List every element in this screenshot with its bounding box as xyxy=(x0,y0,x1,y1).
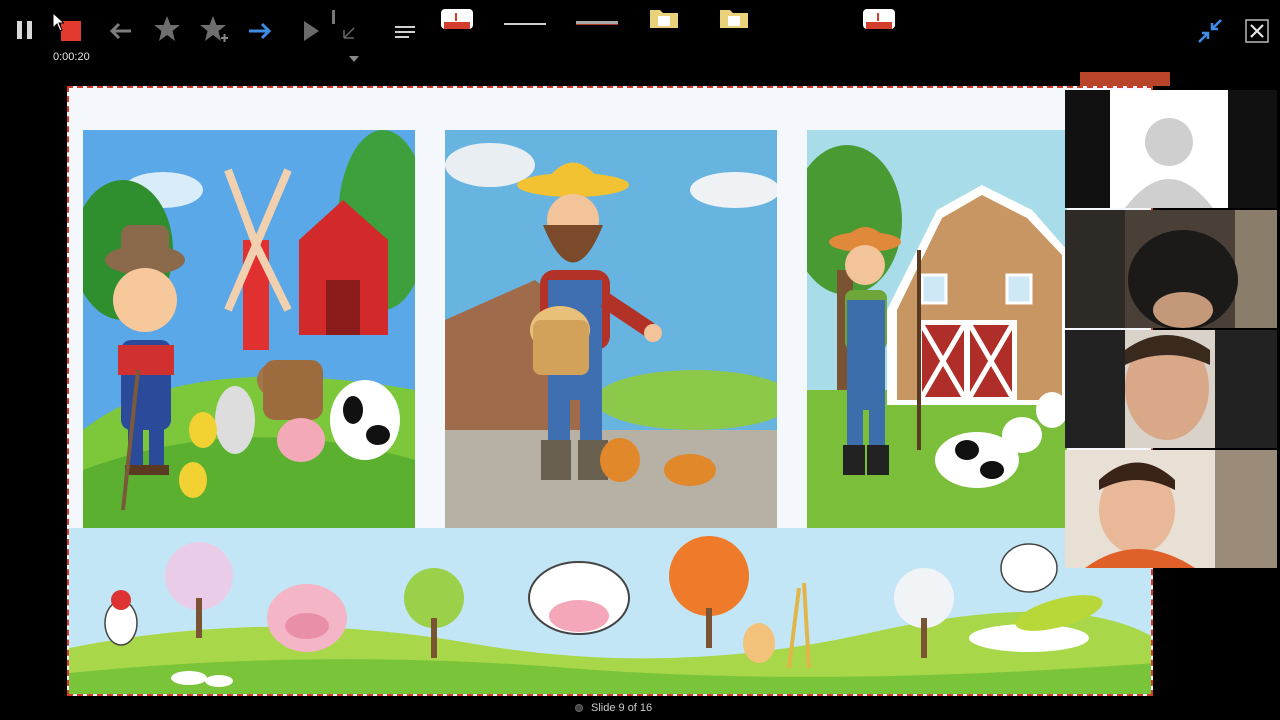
resize-icon xyxy=(332,10,355,39)
collapse-icon xyxy=(1198,19,1222,43)
folder-button-1[interactable] xyxy=(648,6,680,30)
star-plus-icon xyxy=(200,16,228,42)
elapsed-timer: 0:00:20 xyxy=(53,51,90,63)
presentation-window: 0:00:20 Slide 9 of 16 xyxy=(0,0,1280,720)
slide-canvas xyxy=(67,86,1153,696)
presenter-toolbar: 0:00:20 xyxy=(0,0,1280,80)
boy-farmer-picture xyxy=(83,130,415,528)
participant-video-3 xyxy=(1065,450,1277,568)
participant-placeholder-tile[interactable] xyxy=(1065,90,1277,208)
participant-video-tile-2[interactable] xyxy=(1065,330,1277,448)
close-button[interactable] xyxy=(1244,18,1270,44)
slide-counter: Slide 9 of 16 xyxy=(591,702,653,714)
folder-icon xyxy=(720,10,748,28)
status-dot-icon xyxy=(575,704,583,712)
play-button[interactable] xyxy=(300,18,322,44)
pdf-button[interactable] xyxy=(440,8,474,30)
menu-icon xyxy=(395,26,415,38)
resize-button[interactable] xyxy=(330,8,370,46)
participant-video-2 xyxy=(1065,330,1277,448)
line-tool[interactable] xyxy=(502,20,548,28)
next-button[interactable] xyxy=(244,18,276,44)
pause-icon xyxy=(17,21,32,39)
slide-status: Slide 9 of 16 xyxy=(575,702,652,714)
star-icon xyxy=(154,16,180,41)
farmer-at-barn-picture xyxy=(807,130,1067,528)
folder-button-2[interactable] xyxy=(718,6,750,30)
chevron-down-icon xyxy=(349,56,359,62)
star-plus-button[interactable] xyxy=(198,14,230,44)
pause-button[interactable] xyxy=(14,18,36,42)
participant-video-tile-3[interactable] xyxy=(1065,450,1277,568)
star-button[interactable] xyxy=(152,14,182,44)
close-icon xyxy=(1245,19,1269,43)
avatar-placeholder-icon xyxy=(1065,90,1277,208)
pen-icon xyxy=(576,21,618,25)
mouse-cursor-icon xyxy=(52,11,66,37)
farmer-feeding-chickens-picture xyxy=(445,130,777,528)
slide-tab-marker xyxy=(1080,72,1170,86)
folder-icon xyxy=(650,10,678,28)
pen-tool[interactable] xyxy=(574,18,620,28)
pdf-doc-icon xyxy=(863,9,895,29)
collapse-button[interactable] xyxy=(1196,18,1224,44)
forward-arrow-icon xyxy=(249,22,272,40)
play-icon xyxy=(304,21,319,41)
menu-button[interactable] xyxy=(392,22,418,42)
pdf-button-2[interactable] xyxy=(862,8,896,30)
dropdown-chevron[interactable] xyxy=(346,54,362,64)
back-arrow-icon xyxy=(109,22,131,40)
participant-video-1 xyxy=(1065,210,1277,328)
participants-panel xyxy=(1065,90,1280,570)
line-icon xyxy=(504,23,546,25)
farm-animals-banner xyxy=(69,528,1151,694)
pdf-doc-icon xyxy=(441,9,473,29)
previous-button[interactable] xyxy=(106,18,136,44)
participant-video-tile-1[interactable] xyxy=(1065,210,1277,328)
